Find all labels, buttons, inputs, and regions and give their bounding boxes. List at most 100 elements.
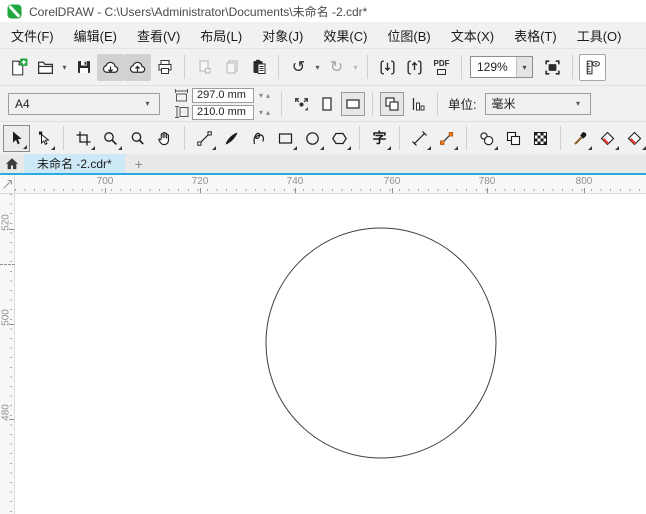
zoom-level-input[interactable] — [471, 60, 516, 74]
export-button[interactable] — [401, 54, 428, 81]
menu-table[interactable]: 表格(T) — [504, 22, 567, 49]
pan-tool[interactable] — [151, 125, 178, 152]
menu-object[interactable]: 对象(J) — [252, 22, 313, 49]
undo-dropdown-caret[interactable]: ▾ — [312, 63, 323, 72]
shadow-icon — [478, 130, 495, 147]
ruler-major-tick — [105, 188, 106, 193]
ruler-major-tick — [295, 188, 296, 193]
ruler-label: 800 — [576, 176, 593, 187]
window-title: CorelDRAW - C:\Users\Administrator\Docum… — [29, 3, 367, 20]
ruler-origin[interactable] — [0, 175, 15, 193]
current-page-button[interactable] — [406, 92, 430, 116]
page-width-input[interactable] — [192, 88, 254, 103]
polygon-tool[interactable] — [326, 125, 353, 152]
hand-icon — [156, 130, 173, 147]
page-size-caret: ▾ — [142, 99, 153, 108]
page-height-input[interactable] — [192, 105, 254, 120]
document-tab-bar: 未命名 -2.cdr* + — [0, 154, 646, 175]
ruler-major-tick — [9, 324, 14, 325]
toolbox-separator — [63, 126, 64, 150]
text-tool[interactable]: 字 — [366, 125, 393, 152]
page-width-spinner[interactable]: ▾▴ — [257, 91, 275, 100]
save-icon — [75, 58, 93, 76]
connector-tool[interactable] — [433, 125, 460, 152]
import-button[interactable] — [374, 54, 401, 81]
ruler-minor-ticks — [10, 194, 12, 514]
magnifier-icon — [129, 130, 146, 147]
menu-view[interactable]: 查看(V) — [127, 22, 190, 49]
app-logo-icon — [7, 4, 22, 19]
text-tool-icon: 字 — [373, 128, 387, 148]
drop-shadow-tool[interactable] — [473, 125, 500, 152]
copy-icon — [223, 58, 241, 76]
pattern-fill-tool[interactable] — [527, 125, 554, 152]
landscape-orientation-button[interactable] — [341, 92, 365, 116]
zoom-secondary-tool[interactable] — [124, 125, 151, 152]
shape-tool[interactable] — [30, 125, 57, 152]
vertical-ruler[interactable]: 520 500 480 — [0, 194, 15, 514]
pick-tool[interactable] — [3, 125, 30, 152]
copy-button — [218, 54, 245, 81]
page-options-icon — [292, 94, 311, 113]
menu-effects[interactable]: 效果(C) — [313, 22, 377, 49]
menu-text[interactable]: 文本(X) — [441, 22, 504, 49]
ellipse-object[interactable] — [266, 228, 496, 458]
open-dropdown-caret[interactable]: ▾ — [59, 63, 70, 72]
units-value: 毫米 — [492, 95, 516, 112]
new-tab-button[interactable]: + — [125, 154, 153, 173]
ellipse-tool[interactable] — [299, 125, 326, 152]
transparency-tool[interactable] — [500, 125, 527, 152]
eyedropper-tool[interactable] — [567, 125, 594, 152]
toolbox-separator — [560, 126, 561, 150]
menu-file[interactable]: 文件(F) — [1, 22, 64, 49]
freehand-tool[interactable] — [191, 125, 218, 152]
units-select[interactable]: 毫米 ▾ — [485, 93, 591, 115]
page-height-icon — [174, 105, 189, 119]
drawing-canvas[interactable]: 520 500 480 — [0, 194, 646, 514]
save-button[interactable] — [70, 54, 97, 81]
artistic-media-tool[interactable] — [218, 125, 245, 152]
paste-button[interactable] — [245, 54, 272, 81]
rectangle-tool[interactable] — [272, 125, 299, 152]
new-document-button[interactable] — [5, 54, 32, 81]
menu-tools[interactable]: 工具(O) — [567, 22, 632, 49]
propbar-separator — [281, 92, 282, 116]
toolbox: 字 — [0, 121, 646, 154]
rulers-toggle-button[interactable] — [579, 54, 606, 81]
fill-diamond-icon — [599, 130, 616, 147]
page-height-spinner[interactable]: ▾▴ — [257, 108, 275, 117]
zoom-level-caret[interactable]: ▾ — [516, 57, 532, 77]
zoom-tool[interactable] — [97, 125, 124, 152]
menu-edit[interactable]: 编辑(E) — [64, 22, 127, 49]
page-options-button[interactable] — [289, 92, 313, 116]
ellipse-icon — [304, 130, 321, 147]
document-tab-label: 未命名 -2.cdr* — [37, 155, 112, 172]
print-button[interactable] — [151, 54, 178, 81]
portrait-orientation-button[interactable] — [315, 92, 339, 116]
open-button[interactable] — [32, 54, 59, 81]
dimension-icon — [411, 130, 428, 147]
document-tab[interactable]: 未命名 -2.cdr* — [24, 154, 125, 173]
zoom-level-combobox: ▾ — [470, 56, 533, 78]
interactive-fill-tool[interactable] — [594, 125, 621, 152]
livesketch-tool[interactable] — [245, 125, 272, 152]
page-width-icon — [174, 88, 189, 102]
menu-layout[interactable]: 布局(L) — [190, 22, 252, 49]
open-from-cloud-button[interactable] — [97, 54, 124, 81]
all-pages-button[interactable] — [380, 92, 404, 116]
save-to-cloud-button[interactable] — [124, 54, 151, 81]
horizontal-ruler[interactable]: 700 720 740 760 780 800 — [0, 175, 646, 194]
dimension-tool[interactable] — [406, 125, 433, 152]
coreldraw-window: CorelDRAW - C:\Users\Administrator\Docum… — [0, 0, 646, 514]
publish-pdf-button[interactable]: PDF — [428, 54, 455, 81]
fullscreen-preview-button[interactable] — [539, 54, 566, 81]
smart-fill-tool[interactable] — [621, 125, 646, 152]
page-size-select[interactable]: A4 ▾ — [8, 93, 160, 115]
menu-bitmaps[interactable]: 位图(B) — [377, 22, 440, 49]
ruler-major-tick — [584, 188, 585, 193]
print-icon — [156, 58, 174, 76]
page-drawing — [0, 194, 646, 514]
undo-button[interactable]: ↺ — [285, 54, 312, 81]
crop-tool[interactable] — [70, 125, 97, 152]
home-button[interactable] — [0, 154, 24, 173]
